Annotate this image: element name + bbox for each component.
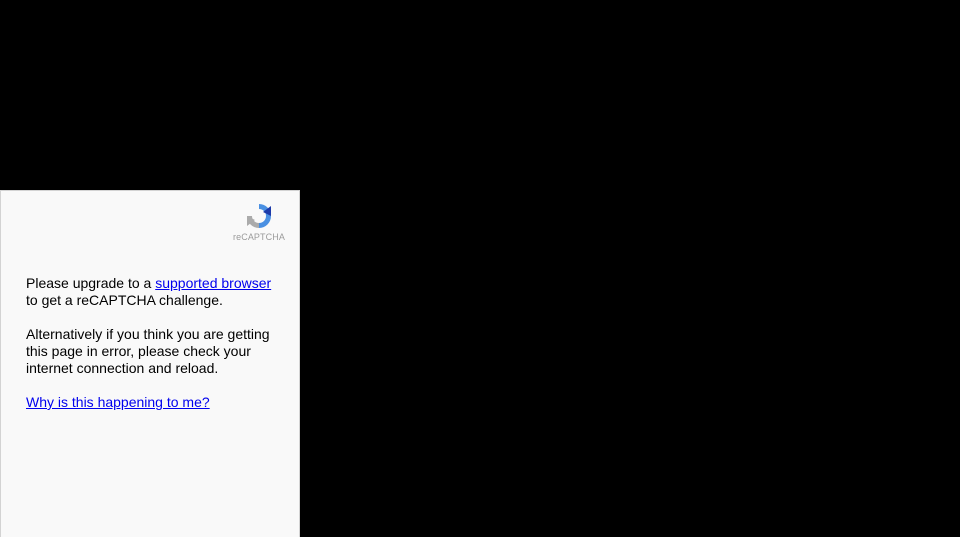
recaptcha-logo-icon xyxy=(231,201,287,231)
recaptcha-logo: reCAPTCHA xyxy=(231,201,287,242)
message-content: Please upgrade to a supported browser to… xyxy=(26,275,278,428)
upgrade-suffix: to get a reCAPTCHA challenge. xyxy=(26,292,223,308)
alternative-message: Alternatively if you think you are getti… xyxy=(26,326,270,376)
upgrade-prefix: Please upgrade to a xyxy=(26,275,156,291)
recaptcha-logo-label: reCAPTCHA xyxy=(233,232,285,242)
why-paragraph: Why is this happening to me? xyxy=(26,394,278,411)
upgrade-message: Please upgrade to a supported browser to… xyxy=(26,275,278,309)
why-link[interactable]: Why is this happening to me? xyxy=(26,394,210,410)
recaptcha-frame: reCAPTCHA Please upgrade to a supported … xyxy=(0,190,300,537)
supported-browser-link[interactable]: supported browser xyxy=(155,275,271,291)
